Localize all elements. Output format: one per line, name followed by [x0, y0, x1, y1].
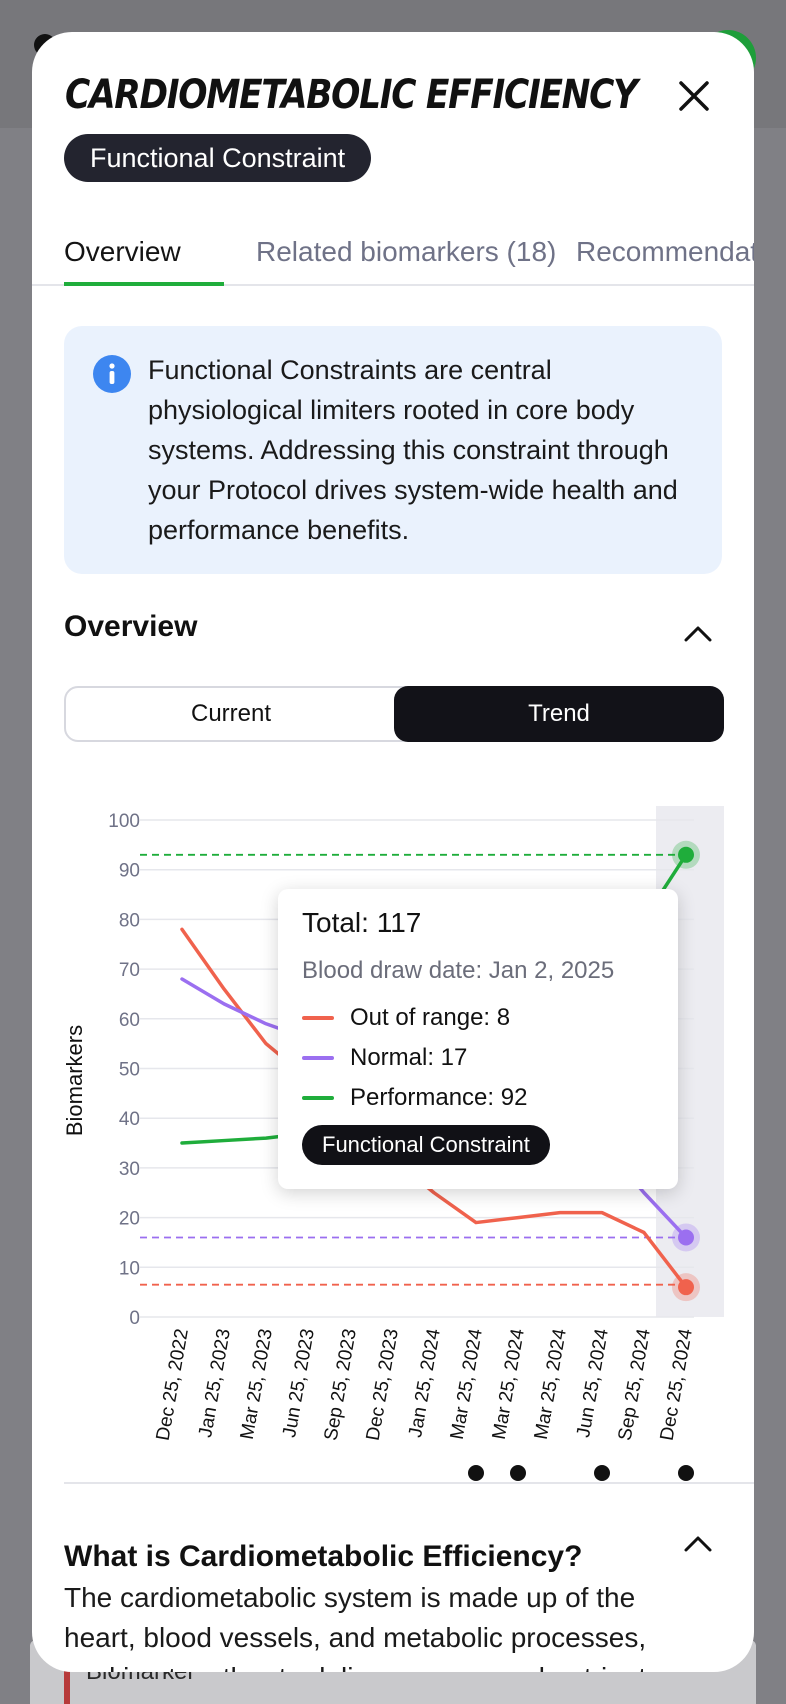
- y-tick-label: 50: [119, 1060, 140, 1081]
- y-tick-label: 80: [119, 910, 140, 931]
- x-tick-label: Jan 25, 2023: [195, 1327, 235, 1439]
- normal-swatch: [302, 1056, 334, 1060]
- active-tab-indicator: [64, 282, 224, 286]
- x-tick-label: Dec 25, 2024: [657, 1327, 697, 1442]
- y-tick-label: 30: [119, 1159, 140, 1180]
- x-tick-label: Jan 25, 2024: [405, 1327, 445, 1439]
- overview-heading: Overview: [64, 610, 198, 643]
- x-tick-label: Dec 25, 2022: [153, 1327, 193, 1442]
- x-tick-label: Mar 25, 2024: [447, 1327, 487, 1441]
- info-text: Functional Constraints are central physi…: [148, 355, 678, 545]
- modal-title: CARDIOMETABOLIC EFFICIENCY: [65, 72, 638, 118]
- tooltip-out-of-range: Out of range: 8: [350, 1004, 511, 1031]
- x-tick-label: Sep 25, 2024: [615, 1327, 655, 1442]
- detail-modal: CARDIOMETABOLIC EFFICIENCY Functional Co…: [32, 32, 754, 1672]
- x-tick-label: Dec 25, 2023: [363, 1327, 403, 1442]
- toggle-current-button[interactable]: Current: [66, 686, 396, 742]
- tab-bar: Overview Related biomarkers (18) Recomme…: [32, 222, 754, 286]
- what-is-heading: What is Cardiometabolic Efficiency?: [64, 1540, 583, 1573]
- tooltip-total: Total: 117: [302, 907, 422, 938]
- x-tick-label: Jun 25, 2024: [573, 1327, 613, 1439]
- constraint-badge: Functional Constraint: [64, 134, 372, 182]
- blood-draw-marker: [678, 1465, 694, 1481]
- blood-draw-marker: [594, 1465, 610, 1481]
- chevron-up-icon[interactable]: [680, 622, 716, 646]
- data-point: [678, 1229, 694, 1246]
- y-tick-label: 20: [119, 1209, 140, 1230]
- data-point: [678, 846, 694, 863]
- out-of-range-swatch: [302, 1016, 334, 1020]
- data-point: [678, 1279, 694, 1296]
- tooltip-normal: Normal: 17: [350, 1044, 468, 1071]
- section-divider: [64, 1482, 754, 1484]
- y-tick-label: 70: [119, 960, 140, 981]
- y-tick-label: 10: [119, 1258, 140, 1279]
- blood-draw-marker: [510, 1465, 526, 1481]
- y-axis-label: Biomarkers: [62, 1025, 87, 1136]
- info-callout: Functional Constraints are central physi…: [64, 326, 722, 574]
- y-tick-label: 60: [119, 1010, 140, 1031]
- x-tick-label: Mar 25, 2024: [531, 1327, 571, 1441]
- tab-recommendations[interactable]: Recommendations: [576, 236, 754, 268]
- blood-draw-marker: [468, 1465, 484, 1481]
- tab-related-biomarkers[interactable]: Related biomarkers (18): [256, 236, 556, 268]
- chevron-up-icon[interactable]: [680, 1532, 716, 1556]
- y-tick-label: 40: [119, 1109, 140, 1130]
- tab-overview[interactable]: Overview: [64, 236, 181, 268]
- info-icon: [93, 355, 131, 393]
- chart-tooltip: Total: 117 Blood draw date: Jan 2, 2025 …: [278, 889, 678, 1189]
- what-is-text: The cardiometabolic system is made up of…: [64, 1582, 660, 1672]
- view-toggle: Current Trend: [64, 686, 724, 742]
- x-tick-label: Mar 25, 2023: [237, 1327, 277, 1441]
- y-tick-label: 90: [119, 861, 140, 882]
- x-tick-label: Mar 25, 2024: [489, 1327, 529, 1441]
- toggle-trend-button[interactable]: Trend: [394, 686, 724, 742]
- y-tick-label: 100: [108, 811, 140, 832]
- tooltip-constraint-badge: Functional Constraint: [302, 1125, 550, 1165]
- x-tick-label: Sep 25, 2023: [321, 1327, 361, 1442]
- tooltip-date: Blood draw date: Jan 2, 2025: [302, 957, 615, 984]
- y-tick-label: 0: [129, 1308, 140, 1329]
- tooltip-performance: Performance: 92: [350, 1084, 528, 1111]
- close-icon[interactable]: [672, 74, 716, 118]
- performance-swatch: [302, 1096, 334, 1100]
- x-tick-label: Jun 25, 2023: [279, 1327, 319, 1439]
